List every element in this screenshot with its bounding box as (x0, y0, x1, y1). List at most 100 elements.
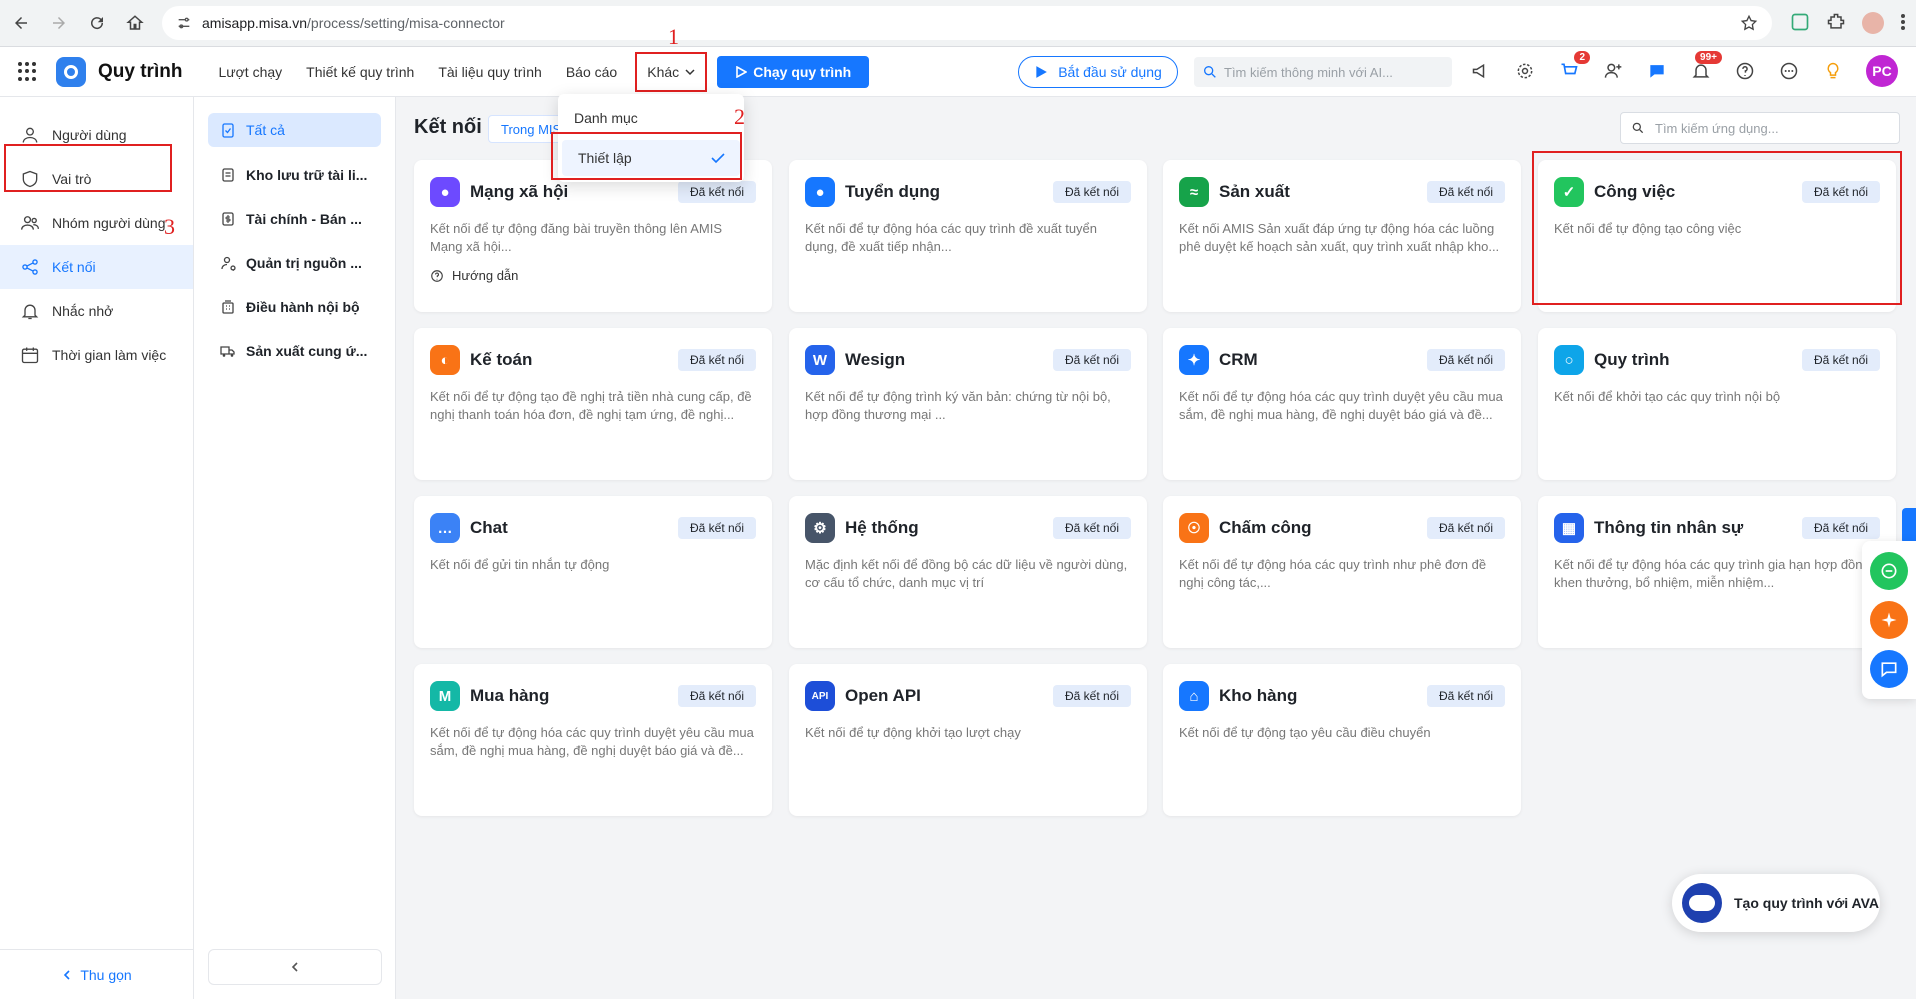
browser-menu-icon[interactable] (1900, 13, 1906, 34)
sidebar-item-label: Nhắc nhở (52, 303, 114, 319)
category-item-internal-operations[interactable]: Điều hành nội bộ (208, 285, 381, 329)
connector-card[interactable]: M Mua hàng Đã kết nối Kết nối để tự động hó… (414, 664, 772, 816)
connector-card[interactable]: ● Tuyển dụng Đã kết nối Kết nối để tự động … (789, 160, 1147, 312)
office-icon (222, 300, 234, 314)
extensions-puzzle-icon[interactable] (1826, 12, 1846, 35)
connector-card[interactable]: ☉ Chấm công Đã kết nối Kết nối để tự động h… (1163, 496, 1521, 648)
connector-card[interactable]: ● Mạng xã hội Đã kết nối Kết nối để tự động… (414, 160, 772, 312)
category-item-finance-sales[interactable]: Tài chính - Bán ... (208, 197, 381, 241)
connector-card[interactable]: ⌂ Kho hàng Đã kết nối Kết nối để tự động tạ… (1163, 664, 1521, 816)
lightbulb-icon[interactable] (1822, 60, 1844, 82)
connector-card[interactable]: ≈ Sản xuất Đã kết nối Kết nối AMIS Sản xuất… (1163, 160, 1521, 312)
help-icon[interactable] (1734, 60, 1756, 82)
sidebar-item-working-time[interactable]: Thời gian làm việc (0, 333, 193, 377)
card-description: Kết nối để tự động hóa các quy trình duy… (430, 725, 754, 758)
card-description: Kết nối để gửi tin nhắn tự động (430, 557, 610, 572)
run-process-button[interactable]: Chạy quy trình (717, 55, 870, 88)
add-user-icon[interactable] (1602, 60, 1624, 82)
more-options-icon[interactable] (1778, 60, 1800, 82)
site-settings-icon[interactable] (176, 15, 192, 31)
app-header: Quy trình Lượt chạy Thiết kế quy trình T… (0, 47, 1916, 97)
card-description: Kết nối để tự động trình ký văn bản: chứ… (805, 389, 1111, 422)
category-item-production-supply[interactable]: Sản xuất cung ứ... (208, 329, 381, 373)
floating-actions-panel (1862, 541, 1916, 699)
category-item-document-storage[interactable]: Kho lưu trữ tài li... (208, 153, 381, 197)
play-filled-icon (1036, 66, 1048, 78)
megaphone-icon[interactable] (1470, 60, 1492, 82)
support-chat-icon[interactable] (1870, 552, 1908, 591)
user-icon (22, 127, 38, 143)
status-badge: Đã kết nối (1426, 181, 1505, 203)
back-icon[interactable] (4, 6, 38, 40)
nav-docs[interactable]: Tài liệu quy trình (426, 64, 554, 80)
extension-translate-icon[interactable] (1790, 12, 1810, 35)
connector-card[interactable]: ▦ Thông tin nhân sự Đã kết nối Kết nối để t… (1538, 496, 1896, 648)
connector-app-icon: … (430, 513, 460, 543)
get-started-button[interactable]: Bắt đầu sử dụng (1018, 56, 1178, 88)
category-item-all[interactable]: Tất cả (208, 113, 381, 147)
connector-card[interactable]: ⚙ Hệ thống Đã kết nối Mặc định kết nối để đ… (789, 496, 1147, 648)
bookmark-star-icon[interactable] (1740, 14, 1758, 32)
nav-reports[interactable]: Báo cáo (554, 64, 629, 80)
status-badge: Đã kết nối (1052, 349, 1131, 371)
user-avatar[interactable]: PC (1866, 55, 1898, 87)
connector-app-icon: ⌂ (1179, 681, 1209, 711)
sidebar-item-connections[interactable]: Kết nối (0, 245, 193, 289)
card-description: Kết nối để tự động hóa các quy trình như… (1179, 557, 1487, 590)
category-item-hr-management[interactable]: Quản trị nguồn ... (208, 241, 381, 285)
collapse-sidebar-button[interactable]: Thu gọn (0, 949, 194, 999)
connector-card[interactable]: ◐ Kế toán Đã kết nối Kết nối để tự động tạo… (414, 328, 772, 480)
app-launcher-icon[interactable] (18, 61, 38, 82)
guide-link[interactable]: Hướng dẫn (430, 268, 756, 283)
address-bar[interactable]: amisapp.misa.vn/process/setting/misa-con… (162, 6, 1772, 40)
connector-card[interactable]: API Open API Đã kết nối Kết nối để tự động … (789, 664, 1147, 816)
card-header: W Wesign Đã kết nối (805, 344, 1131, 376)
card-description: Mặc định kết nối để đồng bộ các dữ liệu … (805, 557, 1128, 590)
nav-design[interactable]: Thiết kế quy trình (294, 64, 426, 80)
annotation-box-connections (4, 144, 172, 192)
create-with-ava-button[interactable]: Tạo quy trình với AVA (1672, 874, 1880, 932)
sidebar-item-reminders[interactable]: Nhắc nhở (0, 289, 193, 333)
card-title: Open API (845, 686, 921, 705)
messenger-icon[interactable] (1870, 649, 1908, 688)
connector-card[interactable]: W Wesign Đã kết nối Kết nối để tự động trìn… (789, 328, 1147, 480)
collapse-category-button[interactable] (208, 949, 382, 985)
category-label: Điều hành nội bộ (246, 299, 360, 315)
home-icon[interactable] (118, 6, 152, 40)
notification-badge: 99+ (1695, 51, 1722, 64)
cart-icon[interactable]: 2 (1558, 51, 1590, 82)
status-badge: Đã kết nối (677, 517, 756, 539)
chat-bubble-icon[interactable] (1646, 60, 1668, 82)
sidebar-item-label: Nhóm người dùng (52, 215, 166, 231)
nav-runs[interactable]: Lượt chạy (206, 64, 294, 80)
connector-card[interactable]: ✦ CRM Đã kết nối Kết nối để tự động hóa các… (1163, 328, 1521, 480)
play-icon (736, 65, 748, 78)
ai-search-input[interactable]: Tìm kiếm thông minh với AI... (1194, 57, 1452, 87)
app-search-input[interactable]: Tìm kiếm ứng dụng... (1620, 112, 1900, 144)
expand-panel-tab[interactable] (1902, 508, 1916, 544)
connector-card[interactable]: … Chat Đã kết nối Kết nối để gửi tin nhắn t… (414, 496, 772, 648)
ai-sparkle-icon[interactable] (1870, 600, 1908, 639)
connector-app-icon: W (805, 345, 835, 375)
status-badge: Đã kết nối (1426, 349, 1505, 371)
card-header: ⚙ Hệ thống Đã kết nối (805, 512, 1131, 544)
ava-robot-icon (1682, 883, 1722, 923)
help-circle-icon (431, 269, 443, 282)
card-description: Kết nối để tự động đăng bài truyền thông… (430, 221, 723, 254)
notification-bell-icon[interactable]: 99+ (1690, 51, 1722, 82)
browser-profile-avatar[interactable] (1862, 12, 1884, 34)
card-header: ◐ Kế toán Đã kết nối (430, 344, 756, 376)
app-search-placeholder: Tìm kiếm ứng dụng... (1655, 120, 1779, 136)
reload-icon[interactable] (80, 6, 114, 40)
nav-more-dropdown[interactable]: Khác (635, 51, 708, 92)
category-label: Kho lưu trữ tài li... (246, 167, 368, 183)
cart-badge: 2 (1574, 51, 1590, 64)
card-description: Kết nối để tự động tạo yêu cầu điều chuy… (1179, 725, 1431, 740)
status-badge: Đã kết nối (1801, 517, 1880, 539)
card-title: Kho hàng (1219, 686, 1298, 705)
forward-icon[interactable] (42, 6, 76, 40)
menu-item-catalog[interactable]: Danh mục (558, 100, 744, 136)
card-description: Kết nối để khởi tạo các quy trình nội bộ (1554, 389, 1781, 404)
settings-gear-icon[interactable] (1514, 60, 1536, 82)
connector-card[interactable]: ○ Quy trình Đã kết nối Kết nối để khởi tạo … (1538, 328, 1896, 480)
